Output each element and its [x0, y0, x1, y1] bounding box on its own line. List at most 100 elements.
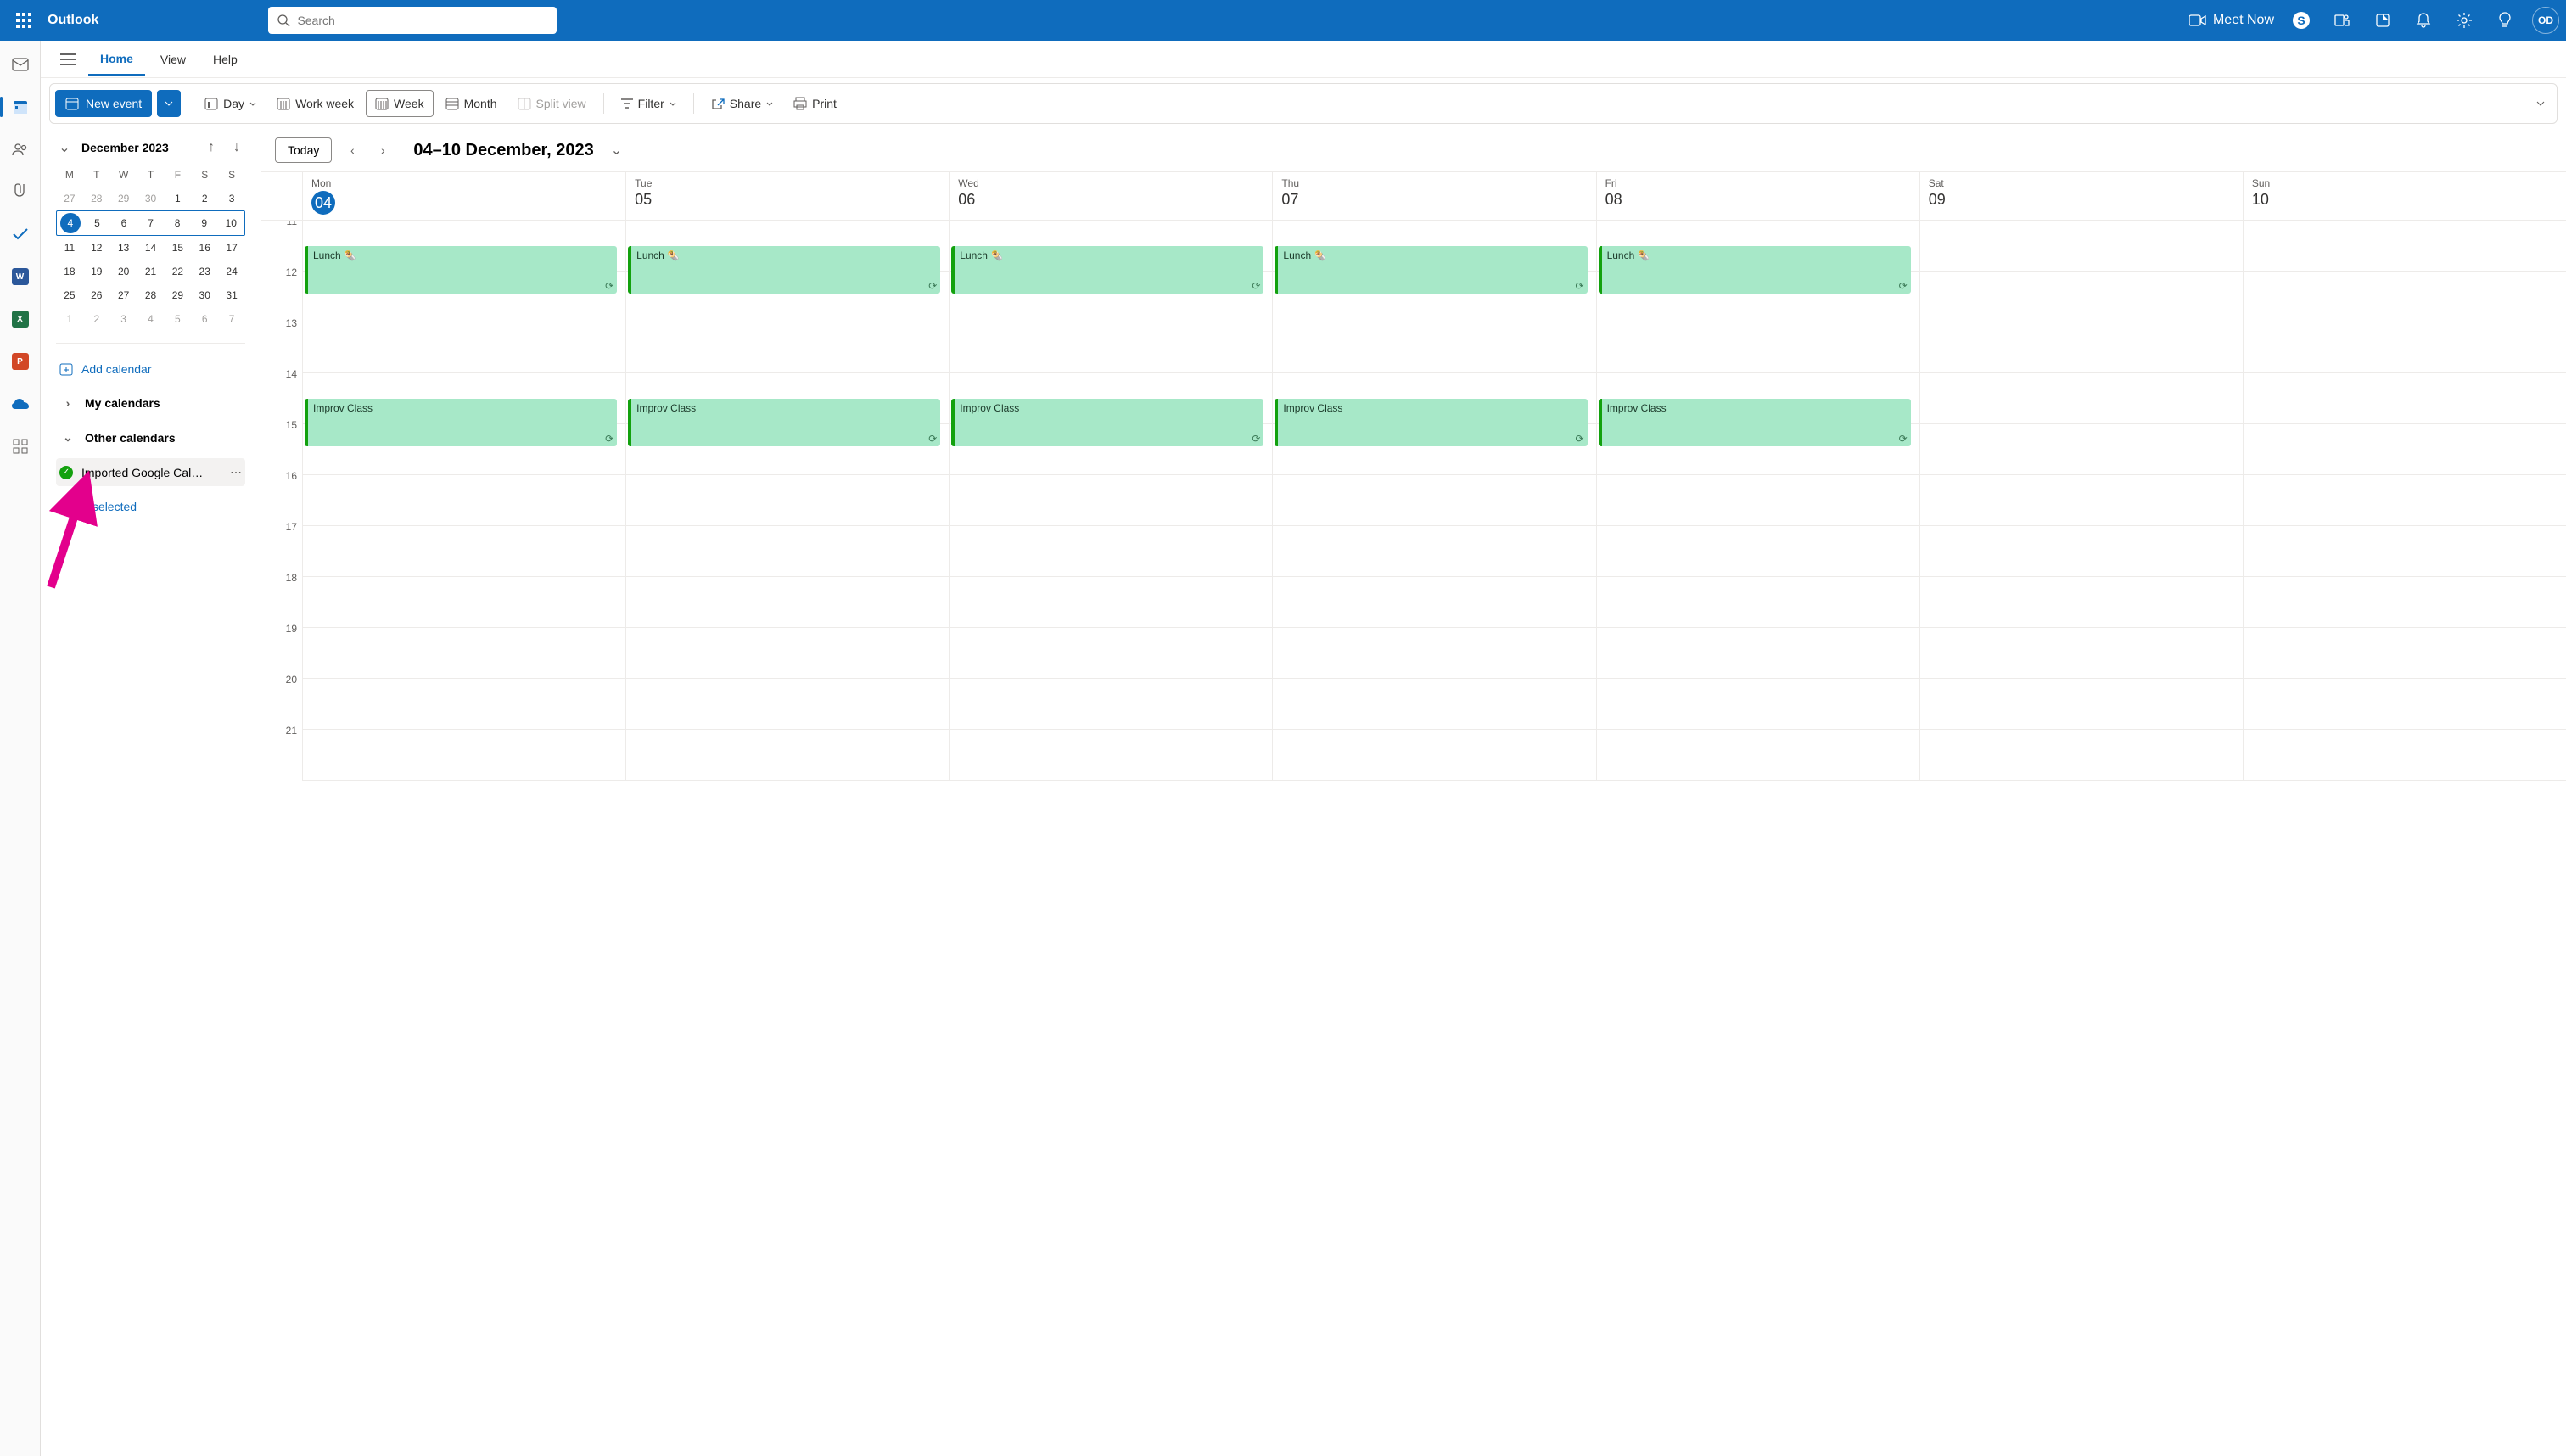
mini-cal-day[interactable]: 14: [137, 236, 165, 260]
mini-cal-day[interactable]: 1: [164, 187, 191, 210]
calendar-item-imported[interactable]: ✓ Imported Google Calend… ⋯: [56, 458, 245, 486]
day-header[interactable]: Mon04: [302, 172, 625, 220]
mini-cal-day[interactable]: 29: [164, 283, 191, 307]
filter-button[interactable]: Filter: [613, 90, 685, 117]
event-improv[interactable]: Improv Class⟳: [1275, 399, 1587, 446]
rail-calendar[interactable]: [7, 93, 34, 120]
teams-icon[interactable]: [2328, 7, 2356, 34]
search-input[interactable]: [297, 14, 548, 27]
mini-cal-day[interactable]: 7: [218, 307, 245, 331]
rail-powerpoint[interactable]: P: [7, 348, 34, 375]
rail-word[interactable]: W: [7, 263, 34, 290]
day-column[interactable]: Lunch 🌯⟳ Improv Class⟳: [949, 221, 1272, 781]
day-column[interactable]: Lunch 🌯⟳ Improv Class⟳: [1272, 221, 1595, 781]
my-day-icon[interactable]: [2369, 7, 2396, 34]
mini-cal-day[interactable]: 28: [83, 187, 110, 210]
mini-cal-day[interactable]: 18: [56, 260, 83, 283]
mini-cal-day[interactable]: 24: [218, 260, 245, 283]
show-selected-link[interactable]: Show selected: [56, 493, 245, 520]
event-improv[interactable]: Improv Class⟳: [628, 399, 940, 446]
range-dropdown-icon[interactable]: ⌄: [611, 142, 622, 159]
day-header[interactable]: Sun10: [2243, 172, 2566, 220]
mini-cal-day[interactable]: 2: [83, 307, 110, 331]
mini-cal-day[interactable]: 30: [191, 283, 218, 307]
day-column[interactable]: [1919, 221, 2243, 781]
meet-now-button[interactable]: Meet Now: [2189, 13, 2274, 28]
tab-view[interactable]: View: [148, 44, 198, 75]
rail-more-apps[interactable]: [7, 433, 34, 460]
mini-cal-day[interactable]: 31: [218, 283, 245, 307]
day-column[interactable]: Lunch 🌯⟳ Improv Class⟳: [302, 221, 625, 781]
event-lunch[interactable]: Lunch 🌯⟳: [1275, 246, 1587, 294]
event-lunch[interactable]: Lunch 🌯⟳: [628, 246, 940, 294]
mini-cal-day[interactable]: 4: [137, 307, 165, 331]
mini-cal-day[interactable]: 27: [110, 283, 137, 307]
settings-icon[interactable]: [2451, 7, 2478, 34]
day-column[interactable]: Lunch 🌯⟳ Improv Class⟳: [625, 221, 949, 781]
mini-cal-day[interactable]: 25: [56, 283, 83, 307]
mini-cal-day[interactable]: 22: [164, 260, 191, 283]
add-calendar-link[interactable]: Add calendar: [56, 356, 245, 383]
rail-files[interactable]: [7, 178, 34, 205]
tab-help[interactable]: Help: [201, 44, 249, 75]
mini-cal-day[interactable]: 28: [137, 283, 165, 307]
mini-cal-day[interactable]: 15: [164, 236, 191, 260]
day-header[interactable]: Wed06: [949, 172, 1272, 220]
month-collapse-icon[interactable]: ⌄: [56, 139, 73, 156]
today-button[interactable]: Today: [275, 137, 332, 163]
mini-cal-day[interactable]: 7: [137, 211, 165, 235]
view-work-week-button[interactable]: Work week: [268, 90, 362, 117]
app-launcher-icon[interactable]: [7, 3, 41, 37]
event-lunch[interactable]: Lunch 🌯⟳: [305, 246, 617, 294]
next-month-icon[interactable]: ↓: [228, 140, 245, 155]
share-button[interactable]: Share: [703, 90, 782, 117]
day-header[interactable]: Sat09: [1919, 172, 2243, 220]
prev-week-icon[interactable]: ‹: [342, 143, 362, 157]
skype-icon[interactable]: S: [2288, 7, 2315, 34]
event-lunch[interactable]: Lunch 🌯⟳: [951, 246, 1263, 294]
mini-cal-day[interactable]: 19: [83, 260, 110, 283]
mini-cal-day[interactable]: 20: [110, 260, 137, 283]
mini-cal-day[interactable]: 11: [56, 236, 83, 260]
mini-cal-day[interactable]: 5: [84, 211, 111, 235]
view-day-button[interactable]: Day: [196, 90, 265, 117]
mini-cal-day[interactable]: 12: [83, 236, 110, 260]
mini-cal-day[interactable]: 4: [60, 213, 81, 233]
new-event-button[interactable]: New event: [55, 90, 152, 117]
mini-cal-day[interactable]: 2: [191, 187, 218, 210]
mini-cal-day[interactable]: 21: [137, 260, 165, 283]
mini-cal-day[interactable]: 8: [164, 211, 191, 235]
mini-cal-day[interactable]: 10: [217, 211, 244, 235]
mini-cal-day[interactable]: 5: [164, 307, 191, 331]
mini-cal-day[interactable]: 23: [191, 260, 218, 283]
mini-cal-day[interactable]: 1: [56, 307, 83, 331]
account-avatar[interactable]: OD: [2532, 7, 2559, 34]
day-column[interactable]: [2243, 221, 2566, 781]
tips-icon[interactable]: [2491, 7, 2518, 34]
new-event-dropdown[interactable]: [157, 90, 181, 117]
rail-onedrive[interactable]: [7, 390, 34, 417]
rail-mail[interactable]: [7, 51, 34, 78]
my-calendars-section[interactable]: › My calendars: [56, 389, 245, 417]
event-improv[interactable]: Improv Class⟳: [951, 399, 1263, 446]
other-calendars-section[interactable]: ⌄ Other calendars: [56, 423, 245, 451]
mini-cal-day[interactable]: 13: [110, 236, 137, 260]
event-lunch[interactable]: Lunch 🌯⟳: [1599, 246, 1911, 294]
calendar-item-more-icon[interactable]: ⋯: [230, 465, 242, 479]
tab-home[interactable]: Home: [88, 43, 145, 76]
day-column[interactable]: Lunch 🌯⟳ Improv Class⟳: [1596, 221, 1919, 781]
mini-cal-day[interactable]: 27: [56, 187, 83, 210]
mini-cal-day[interactable]: 26: [83, 283, 110, 307]
mini-cal-day[interactable]: 17: [218, 236, 245, 260]
event-improv[interactable]: Improv Class⟳: [305, 399, 617, 446]
rail-todo[interactable]: [7, 221, 34, 248]
nav-toggle-icon[interactable]: [51, 42, 85, 76]
rail-people[interactable]: [7, 136, 34, 163]
day-header[interactable]: Thu07: [1272, 172, 1595, 220]
mini-cal-day[interactable]: 29: [110, 187, 137, 210]
mini-cal-day[interactable]: 6: [191, 307, 218, 331]
view-week-button[interactable]: Week: [366, 90, 434, 117]
prev-month-icon[interactable]: ↑: [203, 140, 220, 155]
event-improv[interactable]: Improv Class⟳: [1599, 399, 1911, 446]
mini-cal-day[interactable]: 3: [218, 187, 245, 210]
